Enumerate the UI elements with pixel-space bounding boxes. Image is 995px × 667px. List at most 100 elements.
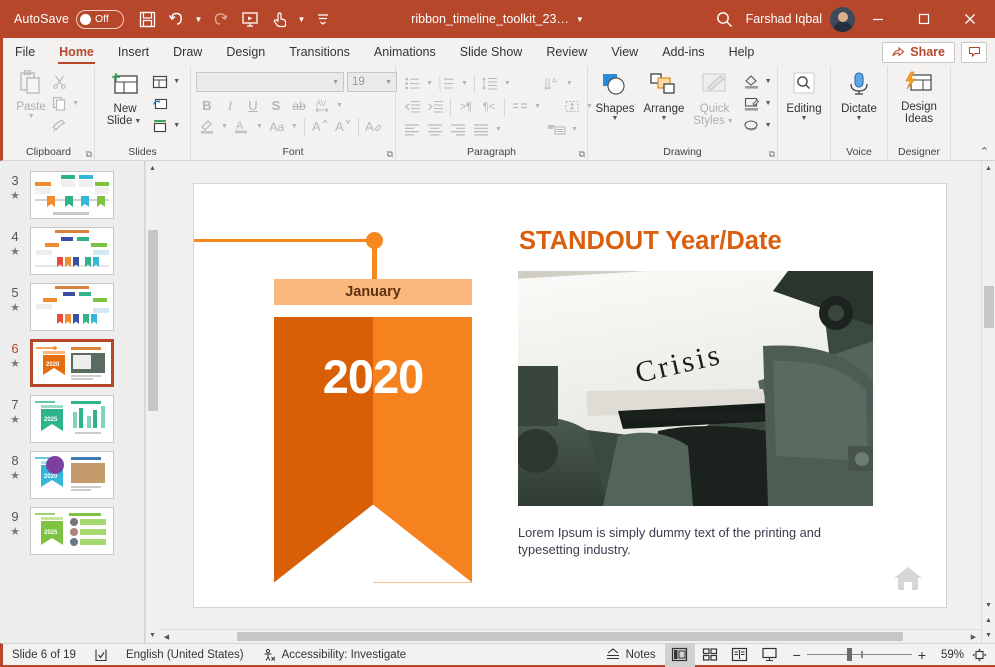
thumbnail-scroll-thumb[interactable]: [147, 230, 158, 412]
list-item[interactable]: 4 ★: [0, 223, 144, 279]
dictate-caret[interactable]: ▼: [854, 115, 865, 122]
close-icon[interactable]: [947, 0, 993, 38]
section-icon[interactable]: [149, 115, 171, 136]
list-item[interactable]: 8 ★ 2020: [0, 447, 144, 503]
paragraph-dialog-launcher[interactable]: ⧉: [579, 149, 585, 160]
canvas-horizontal-scrollbar[interactable]: ◀ ▶: [159, 629, 981, 643]
list-item[interactable]: 3 ★: [0, 167, 144, 223]
shape-outline-icon[interactable]: [741, 93, 763, 114]
undo-icon[interactable]: [162, 4, 192, 34]
dictate-button[interactable]: Dictate ▼: [837, 69, 881, 122]
font-size-input[interactable]: 19 ▼: [347, 72, 397, 92]
touch-mode-icon[interactable]: [265, 4, 295, 34]
comments-icon[interactable]: [961, 41, 987, 63]
clipboard-dialog-launcher[interactable]: ⧉: [86, 149, 92, 160]
tab-add-ins[interactable]: Add-ins: [650, 38, 716, 66]
tab-help[interactable]: Help: [717, 38, 767, 66]
paste-button[interactable]: Paste ▼: [16, 69, 46, 120]
canvas-vscroll-track[interactable]: [982, 176, 995, 598]
user-name[interactable]: Farshad Iqbal: [746, 12, 822, 26]
arrange-button[interactable]: Arrange ▼: [639, 69, 688, 122]
search-icon[interactable]: [708, 2, 742, 36]
year-ribbon-shape[interactable]: 2020: [274, 316, 472, 583]
slideshow-view-icon[interactable]: [755, 643, 785, 667]
reading-view-icon[interactable]: [725, 643, 755, 667]
tab-slide-show[interactable]: Slide Show: [448, 38, 535, 66]
slide-layout-icon[interactable]: [149, 71, 171, 92]
slide-photo[interactable]: Crisis: [518, 270, 873, 506]
thumbnail-scrollbar[interactable]: ▲ ▼: [145, 161, 159, 643]
reset-slide-icon[interactable]: [149, 93, 171, 114]
tab-insert[interactable]: Insert: [106, 38, 161, 66]
document-title[interactable]: ribbon_timeline_toolkit_23…: [411, 12, 569, 26]
document-title-caret[interactable]: ▼: [576, 15, 584, 24]
new-slide-caret[interactable]: ▼: [132, 118, 143, 125]
canvas-scroll-left-arrow[interactable]: ◀: [159, 630, 174, 643]
fit-slide-to-window-icon[interactable]: [970, 648, 987, 662]
editing-caret[interactable]: ▼: [799, 115, 810, 122]
list-item[interactable]: 6 ★ 2020: [0, 335, 144, 391]
thumbnail-image[interactable]: 2025: [30, 507, 114, 555]
customize-quick-access-icon[interactable]: [308, 4, 338, 34]
canvas-vertical-scrollbar[interactable]: ▲ ▼ ▲ ▼: [981, 161, 995, 643]
shape-effects-caret[interactable]: ▼: [763, 122, 774, 129]
thumbnail-image[interactable]: 2025: [30, 395, 114, 443]
tab-animations[interactable]: Animations: [362, 38, 448, 66]
paste-caret[interactable]: ▼: [26, 113, 37, 120]
list-item[interactable]: 7 ★ 2025: [0, 391, 144, 447]
touch-mode-caret[interactable]: ▼: [295, 4, 308, 34]
undo-dropdown-caret[interactable]: ▼: [192, 4, 205, 34]
font-name-input[interactable]: ▼: [196, 72, 344, 92]
zoom-slider-handle[interactable]: [846, 648, 852, 661]
list-item[interactable]: 5 ★: [0, 279, 144, 335]
new-slide-button[interactable]: New Slide ▼: [103, 69, 148, 127]
canvas-next-slide-button[interactable]: ▼: [982, 628, 995, 643]
language-indicator[interactable]: English (United States): [117, 644, 253, 665]
spellcheck-status[interactable]: [85, 644, 117, 665]
share-button[interactable]: Share: [882, 41, 955, 63]
avatar[interactable]: [830, 6, 855, 32]
slide-count-indicator[interactable]: Slide 6 of 19: [3, 644, 85, 665]
canvas-scroll-up-arrow[interactable]: ▲: [982, 161, 995, 176]
tab-draw[interactable]: Draw: [161, 38, 214, 66]
collapse-ribbon-icon[interactable]: ⌃: [980, 145, 989, 158]
font-dialog-launcher[interactable]: ⧉: [387, 149, 393, 160]
notes-button[interactable]: Notes: [596, 644, 665, 665]
canvas-hscroll-thumb[interactable]: [237, 632, 903, 641]
list-item[interactable]: 9 ★ 2025: [0, 503, 144, 559]
tab-file[interactable]: File: [3, 38, 47, 66]
shapes-caret[interactable]: ▼: [609, 115, 620, 122]
home-icon[interactable]: [892, 563, 924, 593]
maximize-icon[interactable]: [901, 0, 947, 38]
zoom-level-label[interactable]: 59%: [932, 649, 964, 661]
drawing-dialog-launcher[interactable]: ⧉: [769, 149, 775, 160]
zoom-in-button[interactable]: +: [918, 647, 926, 663]
canvas-vscroll-thumb[interactable]: [983, 285, 994, 328]
thumbnail-scroll-down-arrow[interactable]: ▼: [146, 628, 160, 643]
canvas-scroll-down-arrow[interactable]: ▼: [982, 598, 995, 613]
slide-editor[interactable]: January 2020 STANDOUT Year/Date Crisis L…: [194, 183, 946, 607]
tab-review[interactable]: Review: [534, 38, 599, 66]
thumbnail-scroll-up-arrow[interactable]: ▲: [146, 161, 160, 176]
design-ideas-button[interactable]: Design Ideas: [897, 69, 941, 125]
thumbnail-image[interactable]: [30, 171, 114, 219]
tab-design[interactable]: Design: [214, 38, 277, 66]
normal-view-icon[interactable]: [664, 642, 695, 667]
thumbnail-image[interactable]: [30, 227, 114, 275]
shape-outline-caret[interactable]: ▼: [763, 100, 774, 107]
font-size-caret[interactable]: ▼: [385, 79, 392, 86]
autosave-toggle[interactable]: Off: [76, 9, 125, 29]
thumbnail-image[interactable]: 2020: [30, 451, 114, 499]
editing-button[interactable]: Editing ▼: [782, 69, 825, 122]
save-icon[interactable]: [132, 4, 162, 34]
accessibility-status[interactable]: Accessibility: Investigate: [253, 644, 416, 665]
zoom-out-button[interactable]: −: [793, 647, 801, 663]
canvas-hscroll-track[interactable]: [174, 630, 966, 643]
slide-body-text[interactable]: Lorem Ipsum is simply dummy text of the …: [518, 524, 878, 558]
slide-sorter-icon[interactable]: [695, 643, 725, 667]
thumbnail-scroll-track[interactable]: [146, 176, 160, 628]
tab-view[interactable]: View: [599, 38, 650, 66]
font-name-caret[interactable]: ▼: [332, 79, 339, 86]
tab-home[interactable]: Home: [47, 38, 106, 66]
canvas-previous-slide-button[interactable]: ▲: [982, 613, 995, 628]
